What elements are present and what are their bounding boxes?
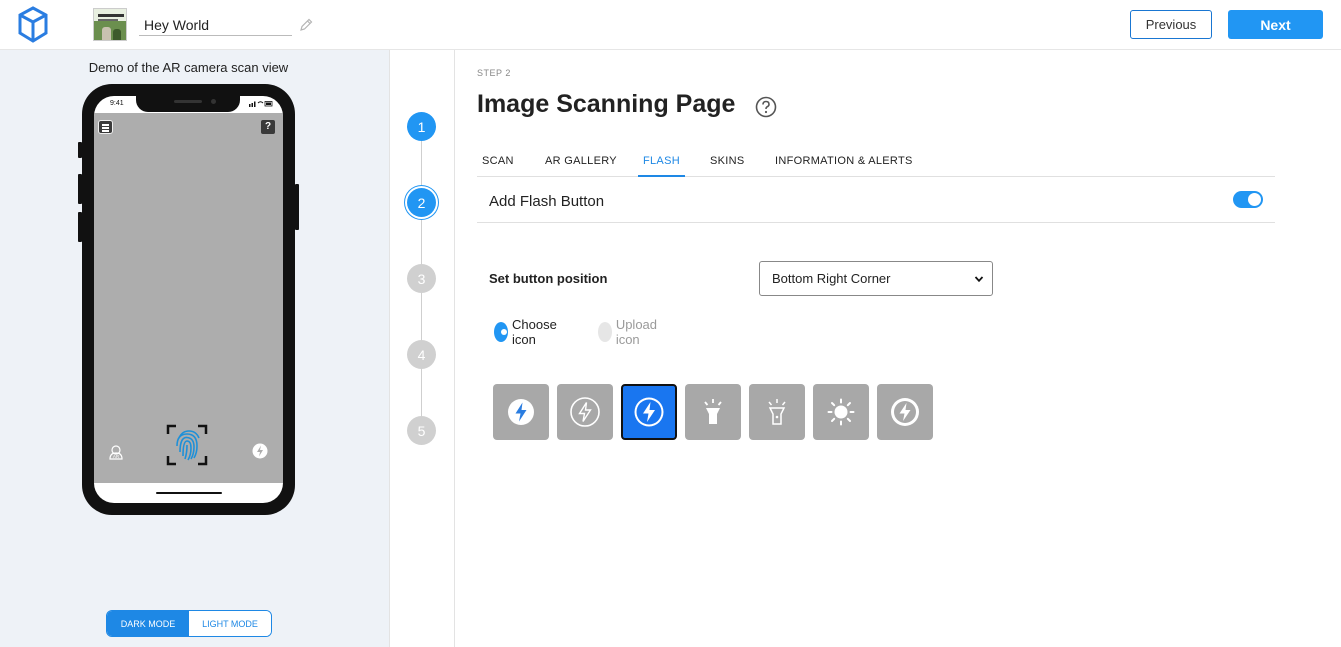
status-time: 9:41 [110,100,124,107]
step-4[interactable]: 4 [407,340,436,369]
preview-caption: Demo of the AR camera scan view [88,60,289,75]
step-2[interactable]: 2 [407,188,436,217]
signal-battery-icon [249,101,273,107]
flash-toggle-label: Add Flash Button [489,193,605,210]
position-select-value: Bottom Right Corner [772,271,891,286]
next-button[interactable]: Next [1228,10,1323,39]
mode-toggle: DARK MODE LIGHT MODE [106,610,272,637]
sun-icon [827,398,855,426]
pencil-icon[interactable] [298,17,314,33]
phone-screen: 9:41 ? AR [94,96,283,503]
dark-mode-button[interactable]: DARK MODE [107,611,189,636]
choose-icon-radio[interactable]: Choose icon [494,317,563,347]
help-icon[interactable]: ? [261,120,275,134]
flash-toggle-switch[interactable] [1233,191,1263,208]
home-indicator [156,492,222,494]
flash-ring-icon [891,398,919,426]
flash-icon-option-7[interactable] [877,384,933,440]
flash-icon-option-2[interactable] [557,384,613,440]
light-mode-button[interactable]: LIGHT MODE [189,611,271,636]
flash-icon-option-1[interactable] [493,384,549,440]
step-label: STEP 2 [477,68,511,78]
tab-flash[interactable]: FLASH [638,155,685,177]
flashlight-icon [704,399,722,424]
step-5[interactable]: 5 [407,416,436,445]
tab-scan[interactable]: SCAN [482,155,514,177]
upload-icon-radio[interactable]: Upload icon [598,317,663,347]
flash-button-icon[interactable] [252,443,268,459]
previous-button[interactable]: Previous [1130,10,1212,39]
fingerprint-scan-icon[interactable] [166,424,208,466]
flash-outline-circle-icon [570,397,600,427]
flash-filled-icon [634,397,664,427]
tab-bar: SCAN AR GALLERY FLASH SKINS INFORMATION … [477,151,1275,177]
tab-ar-gallery[interactable]: AR GALLERY [545,155,617,177]
page-title: Image Scanning Page [477,90,736,118]
stepper: 1 2 3 4 5 [389,50,455,647]
flash-toggle-row: Add Flash Button [477,177,1275,223]
flash-icon-option-6[interactable] [813,384,869,440]
flash-circle-icon [508,399,534,425]
phone-notch [136,96,240,112]
top-bar: Previous Next [0,0,1341,50]
flash-icon-option-4[interactable] [685,384,741,440]
position-select[interactable]: Bottom Right Corner [759,261,993,296]
preview-panel: Demo of the AR camera scan view 9:41 ? A… [0,50,389,647]
app-logo-icon[interactable] [18,6,48,44]
tab-information-alerts[interactable]: INFORMATION & ALERTS [775,155,913,177]
flash-icon-option-5[interactable] [749,384,805,440]
flashlight-outline-icon [768,399,786,425]
phone-mockup: 9:41 ? AR [78,84,299,515]
tab-skins[interactable]: SKINS [710,155,745,177]
question-circle-icon[interactable] [755,96,777,118]
choose-icon-label: Choose icon [512,317,557,347]
chevron-down-icon [974,276,984,283]
status-icons [249,100,273,109]
step-3[interactable]: 3 [407,264,436,293]
project-thumbnail[interactable] [93,8,127,41]
upload-icon-label: Upload icon [615,317,658,347]
flash-icon-option-3[interactable] [621,384,677,440]
position-label: Set button position [489,271,608,286]
menu-icon[interactable] [98,120,113,134]
ar-gallery-icon[interactable]: AR [107,443,125,461]
main-content: STEP 2 Image Scanning Page SCAN AR GALLE… [455,50,1341,647]
svg-text:AR: AR [113,454,120,459]
project-name-input[interactable] [139,14,292,36]
step-1[interactable]: 1 [407,112,436,141]
camera-view: ? AR [94,113,283,483]
